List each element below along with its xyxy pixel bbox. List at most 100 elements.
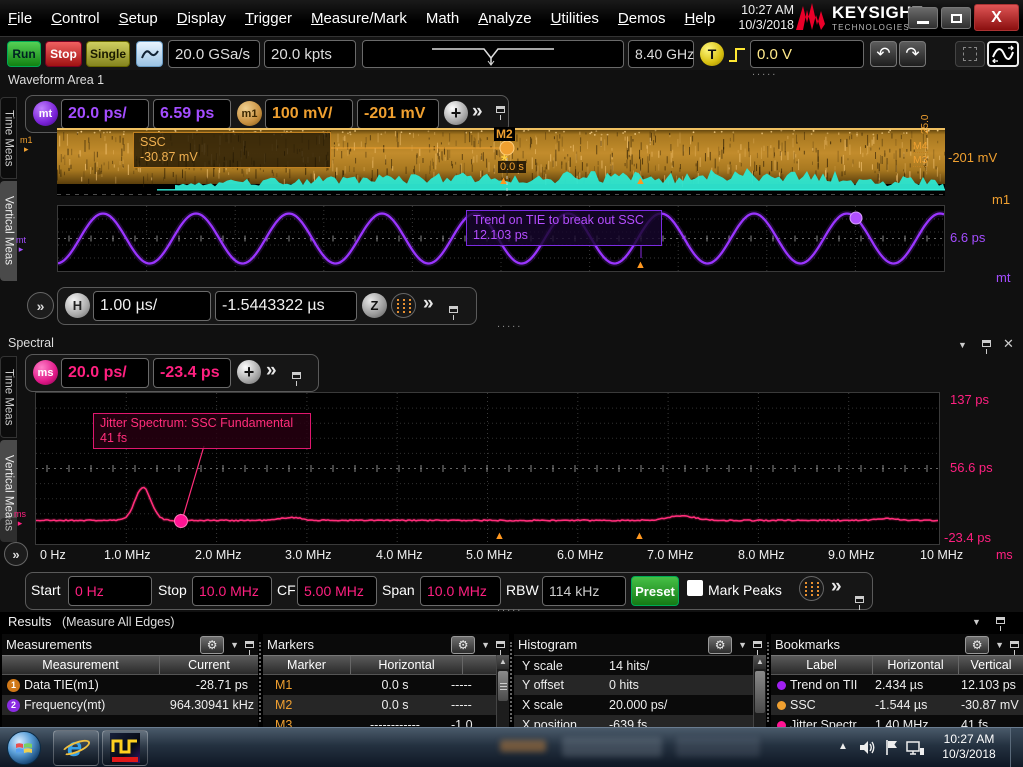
h-scale-box[interactable]: 1.00 µs/ — [93, 291, 211, 321]
scroll-thumb[interactable] — [755, 671, 765, 713]
panel-splitter[interactable] — [767, 642, 769, 722]
col-horizontal[interactable]: Horizontal — [873, 656, 959, 674]
ssc-bookmark-annotation[interactable]: SSC-30.87 mV — [133, 132, 331, 168]
col-measurement[interactable]: Measurement — [2, 656, 160, 674]
ms-ground-marker[interactable]: ms▸ — [14, 510, 26, 528]
col-current[interactable]: Current — [160, 656, 258, 674]
pin-icon[interactable] — [996, 617, 1005, 624]
add-waveform-button[interactable]: + — [444, 101, 468, 125]
scrollbar[interactable]: ▲ — [496, 655, 509, 727]
menu-file[interactable]: File — [8, 10, 32, 27]
menu-control[interactable]: Control — [51, 10, 99, 27]
menu-analyze[interactable]: Analyze — [478, 10, 531, 27]
cf-box[interactable]: 5.00 MHz — [297, 576, 377, 606]
panel-splitter-handle[interactable]: ..... — [497, 318, 522, 330]
gear-icon[interactable]: ⚙ — [965, 636, 989, 654]
bookmark-row[interactable]: Trend on TII 2.434 µs 12.103 ps — [771, 675, 1023, 695]
pin-icon[interactable] — [449, 306, 458, 313]
zoom-button[interactable]: Z — [362, 293, 387, 318]
panel-menu-arrow[interactable]: ▼ — [958, 340, 967, 350]
stop-button[interactable]: Stop — [45, 41, 82, 67]
scroll-up-icon[interactable]: ▲ — [754, 655, 766, 669]
grab-handle-button[interactable] — [391, 293, 416, 318]
col-horizontal[interactable]: Horizontal — [351, 656, 463, 674]
gear-icon[interactable]: ⚙ — [451, 636, 475, 654]
panel-splitter-handle[interactable]: ..... — [752, 66, 777, 78]
expand-controls-button[interactable]: » — [4, 542, 28, 566]
scroll-thumb[interactable] — [498, 671, 508, 701]
more-controls-chevron[interactable]: » — [831, 577, 842, 596]
histogram-row[interactable]: Y offset 0 hits — [514, 675, 753, 695]
menu-math[interactable]: Math — [426, 10, 459, 27]
histogram-row[interactable]: X scale 20.000 ps/ — [514, 695, 753, 715]
mt-offset-box[interactable]: 6.59 ps — [153, 99, 231, 129]
autoscale-button[interactable] — [136, 41, 163, 67]
panel-menu-arrow[interactable]: ▼ — [972, 617, 981, 627]
trend-tie-plot[interactable]: Trend on TIE to break out SSC12.103 ps ▲ — [57, 205, 945, 272]
menu-measure-mark[interactable]: Measure/Mark — [311, 10, 407, 27]
waveform-drag-mode-button[interactable] — [987, 41, 1019, 67]
marker-triangle[interactable]: ▲ — [635, 260, 646, 270]
run-button[interactable]: Run — [7, 41, 41, 67]
tab-vertical-meas[interactable]: Vertical Meas — [0, 181, 17, 281]
pin-icon[interactable] — [496, 641, 505, 648]
marker-triangle[interactable]: ▲ — [635, 176, 646, 186]
mt-ground-marker[interactable]: mt▸ — [16, 236, 26, 254]
pin-icon[interactable] — [982, 340, 991, 347]
minimize-button[interactable] — [908, 7, 938, 29]
pin-icon[interactable] — [1010, 641, 1019, 648]
marker-row[interactable]: M1 0.0 s ----- — [263, 675, 496, 695]
tray-clock[interactable]: 10:27 AM 10/3/2018 — [932, 732, 1006, 762]
more-controls-chevron[interactable]: » — [423, 294, 434, 313]
stop-freq-box[interactable]: 10.0 MHz — [192, 576, 272, 606]
histogram-row[interactable]: X position -639 fs — [514, 715, 753, 727]
m1-scale-box[interactable]: 100 mV/ — [265, 99, 353, 129]
marker-row[interactable]: M3 ------------ -1.0 — [263, 715, 496, 727]
panel-menu-arrow[interactable]: ▼ — [481, 640, 490, 650]
rbw-box[interactable]: 114 kHz — [542, 576, 626, 606]
trigger-edge-icon[interactable] — [727, 45, 747, 65]
memory-depth-box[interactable]: 20.0 kpts — [264, 40, 356, 68]
panel-splitter[interactable] — [259, 642, 261, 722]
tray-overflow-icon[interactable]: ▲ — [838, 741, 848, 752]
horizontal-button[interactable]: H — [65, 293, 90, 318]
add-waveform-button[interactable]: + — [237, 360, 261, 384]
menu-utilities[interactable]: Utilities — [551, 10, 599, 27]
scrollbar[interactable]: ▲ — [753, 655, 766, 727]
menu-display[interactable]: Display — [177, 10, 226, 27]
marker-triangle[interactable]: ▲ — [498, 176, 509, 186]
maximize-button[interactable] — [941, 7, 971, 29]
jitter-bookmark-annotation[interactable]: Jitter Spectrum: SSC Fundamental41 fs — [93, 413, 311, 449]
bookmark-row[interactable]: SSC -1.544 µs -30.87 mV — [771, 695, 1023, 715]
ms-source-button[interactable]: ms — [33, 360, 58, 385]
trigger-condition-box[interactable] — [362, 40, 624, 68]
trigger-source-button[interactable]: T — [700, 42, 724, 66]
marker-m4-label[interactable]: M4 — [913, 140, 928, 153]
col-label[interactable]: Label — [771, 656, 873, 674]
trigger-level-box[interactable]: 0.0 V — [750, 40, 864, 68]
measurement-row[interactable]: 1 Data TIE(m1) -28.71 ps — [2, 675, 258, 695]
m1-ground-marker[interactable]: m1▸ — [20, 136, 33, 154]
m1-offset-box[interactable]: -201 mV — [357, 99, 439, 129]
taskbar-scope-app-button[interactable] — [102, 730, 148, 766]
trend-bookmark-annotation[interactable]: Trend on TIE to break out SSC12.103 ps — [466, 210, 662, 246]
pin-icon[interactable] — [292, 372, 301, 379]
ms-scale-box[interactable]: 20.0 ps/ — [61, 358, 149, 388]
span-box[interactable]: 10.0 MHz — [420, 576, 501, 606]
menu-setup[interactable]: Setup — [119, 10, 158, 27]
h-position-box[interactable]: -1.5443322 µs — [215, 291, 357, 321]
pin-icon[interactable] — [753, 641, 762, 648]
marker-row[interactable]: M2 0.0 s ----- — [263, 695, 496, 715]
menu-demos[interactable]: Demos — [618, 10, 666, 27]
histogram-row[interactable]: Y scale 14 hits/ — [514, 655, 753, 675]
undo-button[interactable]: ↶ — [870, 41, 897, 67]
bookmark-row[interactable]: Jitter Spectr 1.40 MHz 41 fs — [771, 715, 1023, 727]
menu-help[interactable]: Help — [684, 10, 715, 27]
single-button[interactable]: Single — [86, 41, 130, 67]
action-center-flag-icon[interactable] — [884, 739, 900, 756]
expand-controls-button[interactable]: » — [27, 292, 54, 319]
pin-icon[interactable] — [496, 106, 505, 113]
start-button[interactable] — [7, 731, 41, 765]
panel-close-icon[interactable]: ✕ — [1003, 336, 1014, 352]
volume-icon[interactable] — [858, 739, 876, 756]
